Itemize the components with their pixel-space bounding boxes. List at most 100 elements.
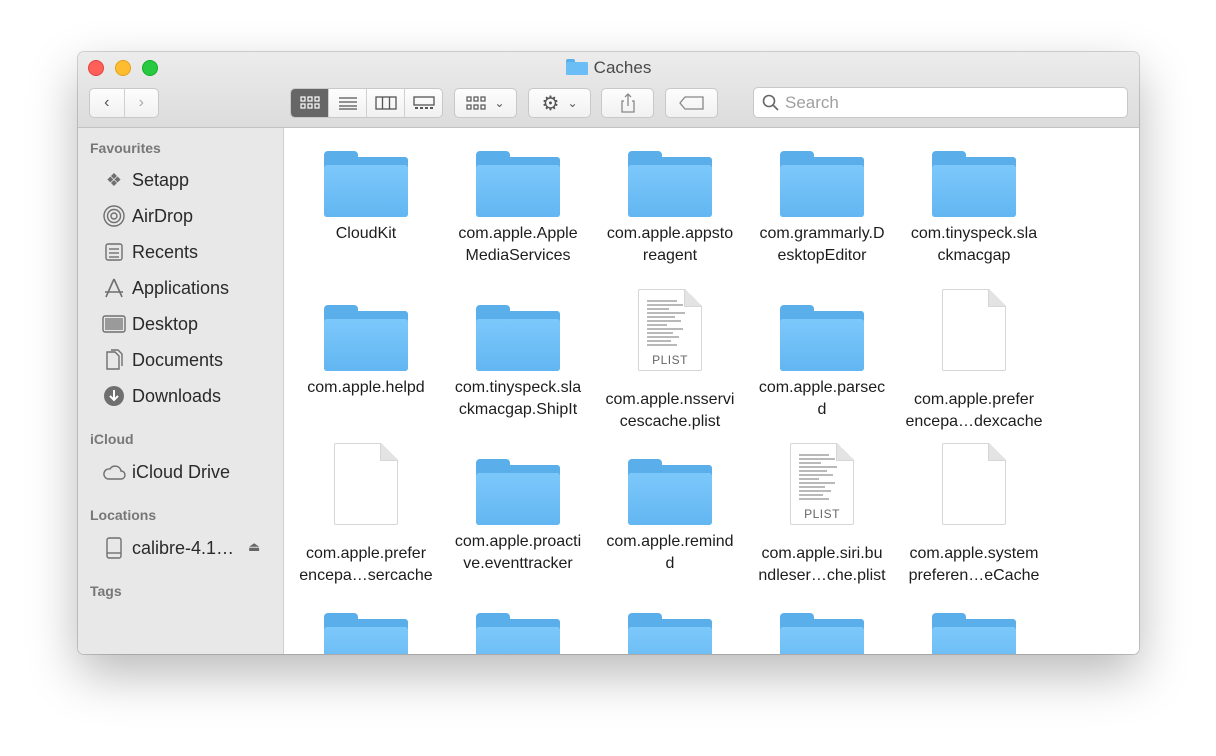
file-item[interactable]: PLIST com.apple.nsservi cescache.plist: [595, 289, 745, 433]
recents-icon: [102, 240, 126, 264]
search-input[interactable]: [785, 92, 1105, 113]
action-menu-button[interactable]: ⚙ ⌄: [528, 88, 591, 118]
gallery-icon: [412, 96, 435, 109]
columns-icon: [374, 96, 397, 110]
sidebar-item-applications[interactable]: Applications: [102, 273, 229, 303]
setapp-icon: ❖: [105, 169, 123, 190]
file-item[interactable]: com.apple.prefer encepa…sercache: [291, 443, 441, 587]
folder-icon: [324, 151, 408, 217]
folder-item[interactable]: [443, 613, 593, 654]
grid-icon: [299, 96, 320, 109]
file-name-label: com.grammarly.D esktopEditor: [759, 225, 885, 264]
eject-icon[interactable]: ⏏: [248, 539, 260, 555]
chevron-down-icon: ⌄: [494, 96, 505, 110]
file-name-label: com.tinyspeck.sla ckmacgap.ShipIt: [454, 379, 582, 418]
folder-item[interactable]: com.tinyspeck.sla ckmacgap: [899, 151, 1049, 267]
sidebar-section-favourites: Favourites: [90, 140, 161, 156]
folder-icon: [932, 613, 1016, 654]
sidebar-item-label: iCloud Drive: [132, 461, 231, 482]
downloads-icon: [102, 384, 126, 408]
file-name-label: com.apple.parsec d: [758, 379, 886, 418]
sidebar-item-documents[interactable]: Documents: [102, 345, 223, 375]
file-name-label: com.tinyspeck.sla ckmacgap: [910, 225, 1038, 264]
folder-icon: [476, 305, 560, 371]
file-item[interactable]: com.apple.prefer encepa…dexcache: [899, 289, 1049, 433]
sidebar-item-label: Downloads: [132, 385, 222, 406]
tag-button[interactable]: [665, 88, 718, 118]
folder-item[interactable]: [899, 613, 1049, 654]
view-mode-group: [290, 88, 443, 118]
folder-icon: [628, 151, 712, 217]
folder-item[interactable]: com.tinyspeck.sla ckmacgap.ShipIt: [443, 305, 593, 421]
sidebar-item-calibre[interactable]: calibre-4.1…: [102, 533, 234, 563]
folder-item[interactable]: com.apple.remind d: [595, 459, 745, 575]
sidebar-item-label: calibre-4.1…: [132, 537, 235, 558]
search-icon: [762, 94, 779, 111]
group-by-button[interactable]: ⌄: [454, 88, 517, 118]
cloud-icon: [102, 460, 126, 484]
document-icon: [942, 443, 1006, 525]
folder-item[interactable]: [291, 613, 441, 654]
file-item[interactable]: com.apple.system preferen…eCache: [899, 443, 1049, 587]
folder-icon: [780, 305, 864, 371]
folder-icon: [476, 459, 560, 525]
sidebar-item-desktop[interactable]: Desktop: [102, 309, 198, 339]
folder-item[interactable]: com.apple.proacti ve.eventtracker: [443, 459, 593, 575]
sidebar-item-icloud-drive[interactable]: iCloud Drive: [102, 457, 230, 487]
folder-item[interactable]: [595, 613, 745, 654]
sidebar-item-setapp[interactable]: ❖ Setapp: [102, 165, 189, 195]
sidebar-section-icloud: iCloud: [90, 431, 134, 447]
file-name-label: com.apple.appsto reagent: [606, 225, 734, 264]
disk-icon: [102, 536, 126, 560]
airdrop-icon: [102, 204, 126, 228]
sidebar-item-label: Applications: [132, 277, 230, 298]
file-item[interactable]: PLIST com.apple.siri.bu ndleser…che.plist: [747, 443, 897, 587]
folder-icon: [476, 151, 560, 217]
file-name-label: com.apple.nsservi cescache.plist: [605, 391, 735, 430]
plist-file-icon: PLIST: [790, 443, 854, 525]
sidebar-item-recents[interactable]: Recents: [102, 237, 198, 267]
file-name-label: com.apple.helpd: [307, 379, 425, 396]
sidebar-item-label: Documents: [132, 349, 224, 370]
folder-icon: [780, 151, 864, 217]
plist-file-icon: PLIST: [638, 289, 702, 371]
forward-button[interactable]: ›: [125, 89, 159, 117]
folder-item[interactable]: CloudKit: [291, 151, 441, 245]
file-name-label: com.apple.system preferen…eCache: [908, 545, 1040, 584]
gallery-view-button[interactable]: [405, 89, 442, 117]
icon-view-button[interactable]: [291, 89, 329, 117]
sidebar-item-label: AirDrop: [132, 205, 194, 226]
file-name-label: com.apple.siri.bu ndleser…che.plist: [758, 545, 886, 584]
back-button[interactable]: ‹: [90, 89, 125, 117]
applications-icon: [102, 276, 126, 300]
back-forward-group: ‹ ›: [89, 88, 159, 118]
folder-item[interactable]: com.apple.Apple MediaServices: [443, 151, 593, 267]
column-view-button[interactable]: [367, 89, 405, 117]
sidebar-item-label: Setapp: [132, 169, 190, 190]
sidebar-section-tags: Tags: [90, 583, 122, 599]
folder-item[interactable]: com.grammarly.D esktopEditor: [747, 151, 897, 267]
folder-icon: [780, 613, 864, 654]
file-name-label: com.apple.Apple MediaServices: [458, 225, 578, 264]
file-name-label: CloudKit: [335, 225, 397, 242]
share-button[interactable]: [601, 88, 654, 118]
group-grid-icon: [466, 96, 487, 110]
folder-icon: [476, 613, 560, 654]
file-name-label: com.apple.prefer encepa…dexcache: [905, 391, 1043, 430]
folder-item[interactable]: com.apple.appsto reagent: [595, 151, 745, 267]
folder-item[interactable]: com.apple.helpd: [291, 305, 441, 399]
sidebar-item-label: Desktop: [132, 313, 199, 334]
folder-item[interactable]: [747, 613, 897, 654]
document-icon: [942, 289, 1006, 371]
chevron-down-icon: ⌄: [567, 96, 578, 110]
list-view-button[interactable]: [329, 89, 367, 117]
folder-item[interactable]: com.apple.parsec d: [747, 305, 897, 421]
documents-icon: [102, 348, 126, 372]
file-name-label: com.apple.prefer encepa…sercache: [299, 545, 433, 584]
search-field[interactable]: [753, 87, 1128, 118]
file-type-badge: PLIST: [652, 353, 688, 367]
folder-icon: [628, 613, 712, 654]
sidebar-item-airdrop[interactable]: AirDrop: [102, 201, 193, 231]
sidebar-section-locations: Locations: [90, 507, 157, 523]
sidebar-item-downloads[interactable]: Downloads: [102, 381, 221, 411]
